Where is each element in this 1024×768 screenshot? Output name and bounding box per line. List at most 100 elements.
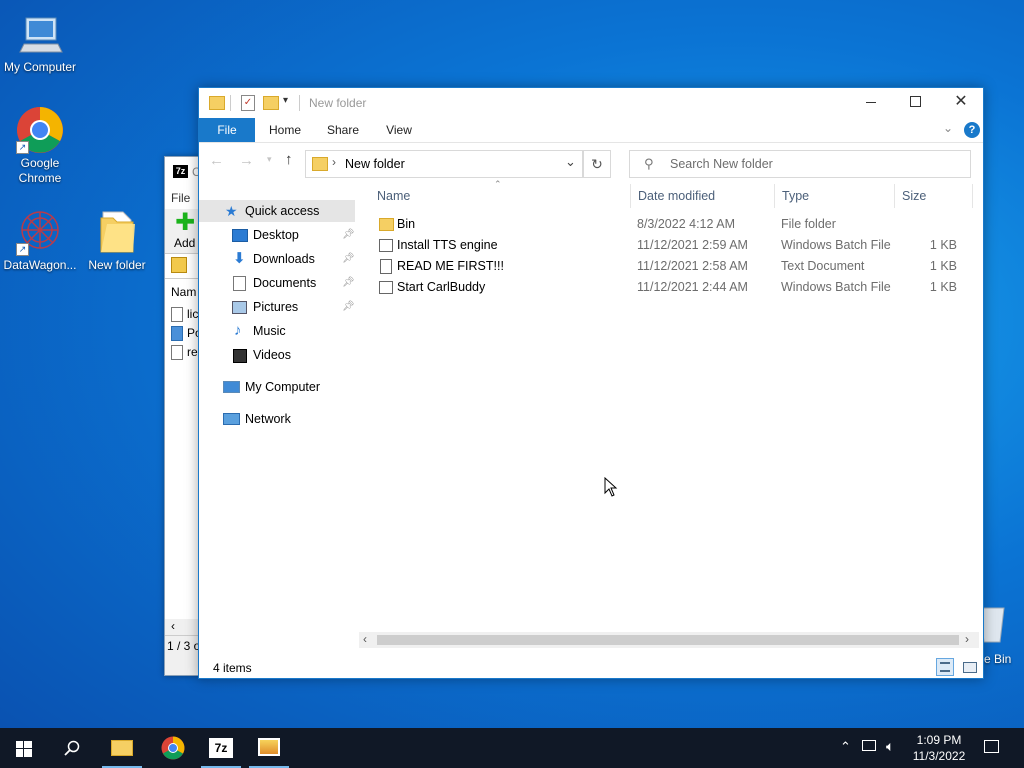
file-row-start-carlbuddy[interactable]: Start CarlBuddy 11/12/2021 2:44 AM Windo… (375, 277, 975, 298)
column-header-size[interactable]: Size (902, 182, 962, 210)
recent-locations-icon[interactable]: ▾ (267, 154, 272, 165)
scroll-left-icon[interactable]: ‹ (171, 619, 175, 633)
videos-icon (233, 349, 247, 363)
taskbar-7zip[interactable]: 7z (197, 728, 245, 768)
taskbar-photos[interactable] (245, 728, 293, 768)
search-icon: ⚲ (644, 156, 654, 171)
tab-share[interactable]: Share (319, 118, 367, 142)
desktop-icon-label: e Bin (984, 652, 1012, 666)
action-center-icon[interactable] (984, 740, 999, 753)
maximize-button[interactable] (899, 88, 933, 116)
search-input[interactable]: ⚲ Search New folder (629, 150, 971, 178)
network-icon (223, 413, 240, 425)
column-header-name[interactable]: Name (377, 182, 627, 210)
up-icon[interactable]: ↑ (285, 151, 293, 168)
close-button[interactable]: ✕ (944, 88, 978, 116)
desktop-icon-new-folder[interactable]: New folder (77, 208, 157, 273)
nav-item-downloads[interactable]: ⬇ Downloads 📌︎ (199, 248, 361, 270)
horizontal-scrollbar[interactable]: ‹ › (359, 632, 979, 648)
clock-date: 11/3/2022 (912, 749, 966, 763)
title-bar[interactable]: ✓ ▾ New folder ✕ (199, 88, 983, 118)
file-list: ⌃ Name Date modified Type Size Bin 8/3/2… (359, 179, 981, 652)
desktop-icon-my-computer[interactable]: My Computer (0, 10, 80, 75)
desktop-icon-label: My Computer (3, 60, 77, 74)
address-bar[interactable]: › New folder ⌄ (305, 150, 583, 178)
nav-item-network[interactable]: Network (199, 408, 361, 430)
search-placeholder: Search New folder (670, 157, 773, 171)
desktop-icon-datawagon[interactable]: ↗ DataWagon... (0, 208, 80, 273)
file-explorer-icon (111, 740, 133, 756)
datawagon-icon: ↗ (16, 208, 64, 256)
file-row-bin[interactable]: Bin 8/3/2022 4:12 AM File folder (375, 214, 975, 235)
new-folder-icon[interactable] (263, 96, 279, 110)
batch-file-icon (379, 281, 393, 294)
volume-icon[interactable]: 🔈︎ (886, 738, 894, 755)
pin-icon[interactable]: 📌︎ (342, 272, 355, 294)
add-icon[interactable]: ✚ (175, 211, 195, 235)
refresh-icon: ↻ (591, 156, 603, 172)
nav-item-desktop[interactable]: Desktop 📌︎ (199, 224, 361, 246)
nav-item-my-computer[interactable]: My Computer (199, 376, 361, 398)
network-tray-icon[interactable] (862, 740, 876, 751)
up-folder-icon[interactable] (171, 257, 187, 273)
column-header-date-modified[interactable]: Date modified (638, 182, 768, 210)
help-icon[interactable]: ? (964, 122, 980, 138)
breadcrumb[interactable]: New folder (345, 157, 405, 171)
window-title: New folder (309, 96, 367, 110)
show-hidden-icons-icon[interactable]: ⌃ (840, 739, 851, 755)
7zip-menu-file[interactable]: File (171, 191, 190, 205)
nav-item-quick-access[interactable]: ★ Quick access (199, 200, 355, 222)
tab-view[interactable]: View (375, 118, 423, 142)
customize-quick-access-icon[interactable]: ▾ (283, 95, 288, 106)
nav-item-pictures[interactable]: Pictures 📌︎ (199, 296, 361, 318)
pin-icon[interactable]: 📌︎ (342, 296, 355, 318)
desktop-icon-google-chrome[interactable]: ↗ Google Chrome (0, 106, 80, 186)
file-row-install-tts-engine[interactable]: Install TTS engine 11/12/2021 2:59 AM Wi… (375, 235, 975, 256)
mouse-cursor-icon (604, 476, 618, 500)
photos-icon (258, 738, 280, 756)
scroll-right-icon[interactable]: › (965, 632, 969, 646)
details-view-button[interactable] (936, 658, 954, 676)
forward-icon[interactable]: → (239, 152, 254, 169)
nav-item-videos[interactable]: Videos (199, 344, 361, 366)
nav-item-music[interactable]: ♪ Music (199, 320, 361, 342)
breadcrumb-separator-icon[interactable]: › (332, 155, 336, 169)
file-row-read-me-first[interactable]: READ ME FIRST!!! 11/12/2021 2:58 AM Text… (375, 256, 975, 277)
minimize-button[interactable] (854, 88, 888, 116)
details-view-icon (940, 662, 950, 672)
desktop-icon-label: New folder (88, 258, 146, 272)
taskbar: 7z ⌃ 🔈︎ 1:09 PM 11/3/2022 (0, 728, 1024, 768)
explorer-window: ✓ ▾ New folder ✕ File Home Share View ⌄ … (198, 87, 984, 679)
text-file-icon (171, 345, 183, 361)
nav-item-documents[interactable]: Documents 📌︎ (199, 272, 361, 294)
pin-icon[interactable]: 📌︎ (342, 224, 355, 246)
taskbar-chrome[interactable] (148, 728, 196, 768)
pictures-icon (232, 301, 247, 314)
folder-icon (93, 208, 141, 256)
tab-file[interactable]: File (199, 118, 255, 142)
tab-home[interactable]: Home (261, 118, 309, 142)
properties-icon[interactable]: ✓ (241, 95, 255, 111)
desktop-icon-label: Google Chrome (18, 156, 62, 185)
clock[interactable]: 1:09 PM 11/3/2022 (908, 732, 970, 764)
pin-icon[interactable]: 📌︎ (342, 248, 355, 270)
refresh-button[interactable]: ↻ (583, 150, 611, 178)
column-header-type[interactable]: Type (782, 182, 882, 210)
expand-ribbon-icon[interactable]: ⌄ (943, 121, 953, 135)
shortcut-arrow-icon: ↗ (16, 141, 29, 154)
maximize-icon (910, 96, 921, 107)
text-file-icon (171, 307, 183, 323)
taskbar-file-explorer[interactable] (98, 728, 146, 768)
clock-time: 1:09 PM (916, 733, 962, 747)
start-button[interactable] (0, 728, 48, 768)
large-icons-view-button[interactable] (960, 658, 978, 676)
computer-icon (223, 381, 240, 393)
address-dropdown-icon[interactable]: ⌄ (565, 154, 576, 170)
computer-icon (16, 10, 64, 58)
folder-icon (312, 157, 328, 171)
search-button[interactable] (48, 728, 96, 768)
7zip-add-button[interactable]: Add (174, 236, 195, 250)
scrollbar-thumb[interactable] (377, 635, 959, 645)
back-icon[interactable]: ← (209, 152, 224, 169)
scroll-left-icon[interactable]: ‹ (363, 632, 367, 646)
